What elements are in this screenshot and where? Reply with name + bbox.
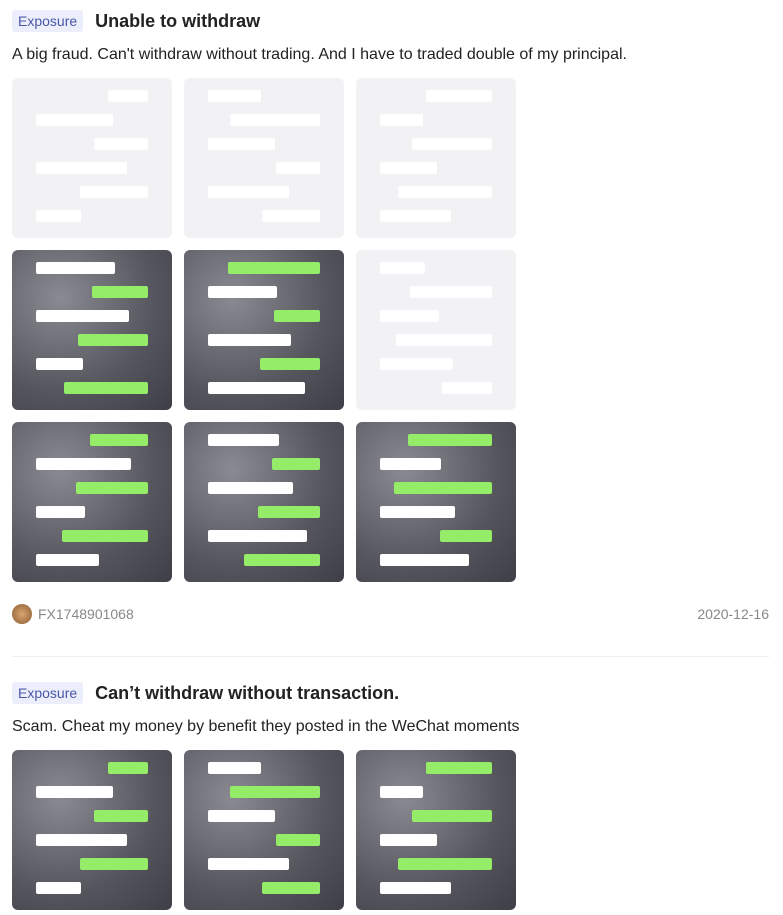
chat-bubble <box>244 554 320 566</box>
chat-bubble <box>412 810 492 822</box>
chat-bubble <box>380 114 423 126</box>
post-title[interactable]: Unable to withdraw <box>95 11 260 32</box>
chat-bubble <box>36 786 113 798</box>
chat-bubble <box>380 882 451 894</box>
chat-bubble <box>208 530 307 542</box>
chat-bubble <box>208 334 291 346</box>
chat-bubble <box>80 186 148 198</box>
post-footer: FX1748901068 2020-12-16 <box>12 604 769 624</box>
chat-bubble <box>230 114 320 126</box>
avatar[interactable] <box>12 604 32 624</box>
chat-bubble <box>380 310 439 322</box>
chat-bubble <box>94 810 148 822</box>
chat-bubble <box>92 286 148 298</box>
chat-bubble <box>262 882 320 894</box>
divider <box>12 656 769 657</box>
chat-bubble <box>208 90 261 102</box>
chat-screenshot-thumbnail[interactable] <box>12 422 172 582</box>
chat-screenshot-thumbnail[interactable] <box>12 250 172 410</box>
post-description: Scam. Cheat my money by benefit they pos… <box>12 718 520 735</box>
chat-bubble <box>36 554 99 566</box>
chat-bubble <box>380 358 453 370</box>
chat-bubble <box>380 262 425 274</box>
chat-bubble <box>108 762 148 774</box>
chat-bubble <box>208 482 293 494</box>
chat-bubble <box>208 286 277 298</box>
chat-bubble <box>208 186 289 198</box>
chat-bubble <box>380 506 455 518</box>
chat-bubble <box>208 382 305 394</box>
chat-bubble <box>262 210 320 222</box>
post-2: Exposure Can’t withdraw without transact… <box>12 680 769 910</box>
chat-bubble <box>398 858 492 870</box>
chat-bubble <box>412 138 492 150</box>
chat-bubble <box>78 334 148 346</box>
chat-bubble <box>230 786 320 798</box>
chat-screenshot-thumbnail[interactable] <box>356 422 516 582</box>
chat-bubble <box>426 90 492 102</box>
chat-bubble <box>76 482 148 494</box>
chat-screenshot-thumbnail[interactable] <box>184 422 344 582</box>
exposure-tag: Exposure <box>12 682 84 704</box>
chat-bubble <box>94 138 148 150</box>
chat-screenshot-thumbnail[interactable] <box>12 78 172 238</box>
chat-bubble <box>228 262 320 274</box>
chat-bubble <box>36 310 129 322</box>
post-date: 2020-12-16 <box>697 606 769 622</box>
chat-bubble <box>208 858 289 870</box>
post-description: A big fraud. Can't withdraw without trad… <box>12 46 627 63</box>
chat-bubble <box>410 286 492 298</box>
chat-bubble <box>276 834 320 846</box>
chat-bubble <box>408 434 492 446</box>
chat-bubble <box>260 358 320 370</box>
chat-bubble <box>440 530 492 542</box>
chat-bubble <box>36 358 83 370</box>
chat-bubble <box>208 810 275 822</box>
post-title[interactable]: Can’t withdraw without transaction. <box>95 683 399 704</box>
chat-bubble <box>36 114 113 126</box>
chat-bubble <box>272 458 320 470</box>
chat-screenshot-thumbnail[interactable] <box>356 750 516 910</box>
chat-bubble <box>36 882 81 894</box>
chat-bubble <box>380 834 437 846</box>
image-grid <box>12 78 769 582</box>
chat-bubble <box>36 506 85 518</box>
chat-bubble <box>442 382 492 394</box>
chat-bubble <box>36 162 127 174</box>
chat-bubble <box>258 506 320 518</box>
image-grid <box>12 750 769 910</box>
chat-bubble <box>80 858 148 870</box>
chat-bubble <box>396 334 492 346</box>
chat-bubble <box>398 186 492 198</box>
chat-bubble <box>108 90 148 102</box>
chat-bubble <box>208 434 279 446</box>
chat-screenshot-thumbnail[interactable] <box>356 78 516 238</box>
chat-screenshot-thumbnail[interactable] <box>184 78 344 238</box>
chat-bubble <box>90 434 148 446</box>
chat-bubble <box>274 310 320 322</box>
chat-bubble <box>36 262 115 274</box>
chat-bubble <box>36 458 131 470</box>
chat-bubble <box>380 162 437 174</box>
chat-bubble <box>276 162 320 174</box>
chat-bubble <box>36 834 127 846</box>
chat-screenshot-thumbnail[interactable] <box>184 750 344 910</box>
chat-bubble <box>394 482 492 494</box>
username[interactable]: FX1748901068 <box>38 606 134 622</box>
chat-bubble <box>208 762 261 774</box>
chat-bubble <box>64 382 148 394</box>
chat-bubble <box>36 210 81 222</box>
chat-bubble <box>380 210 451 222</box>
chat-bubble <box>426 762 492 774</box>
chat-bubble <box>380 786 423 798</box>
chat-bubble <box>380 554 469 566</box>
chat-bubble <box>208 138 275 150</box>
post-1: Exposure Unable to withdraw A big fraud.… <box>12 8 769 624</box>
chat-bubble <box>380 458 441 470</box>
chat-screenshot-thumbnail[interactable] <box>184 250 344 410</box>
chat-screenshot-thumbnail[interactable] <box>12 750 172 910</box>
chat-bubble <box>62 530 148 542</box>
chat-screenshot-thumbnail[interactable] <box>356 250 516 410</box>
exposure-tag: Exposure <box>12 10 84 32</box>
